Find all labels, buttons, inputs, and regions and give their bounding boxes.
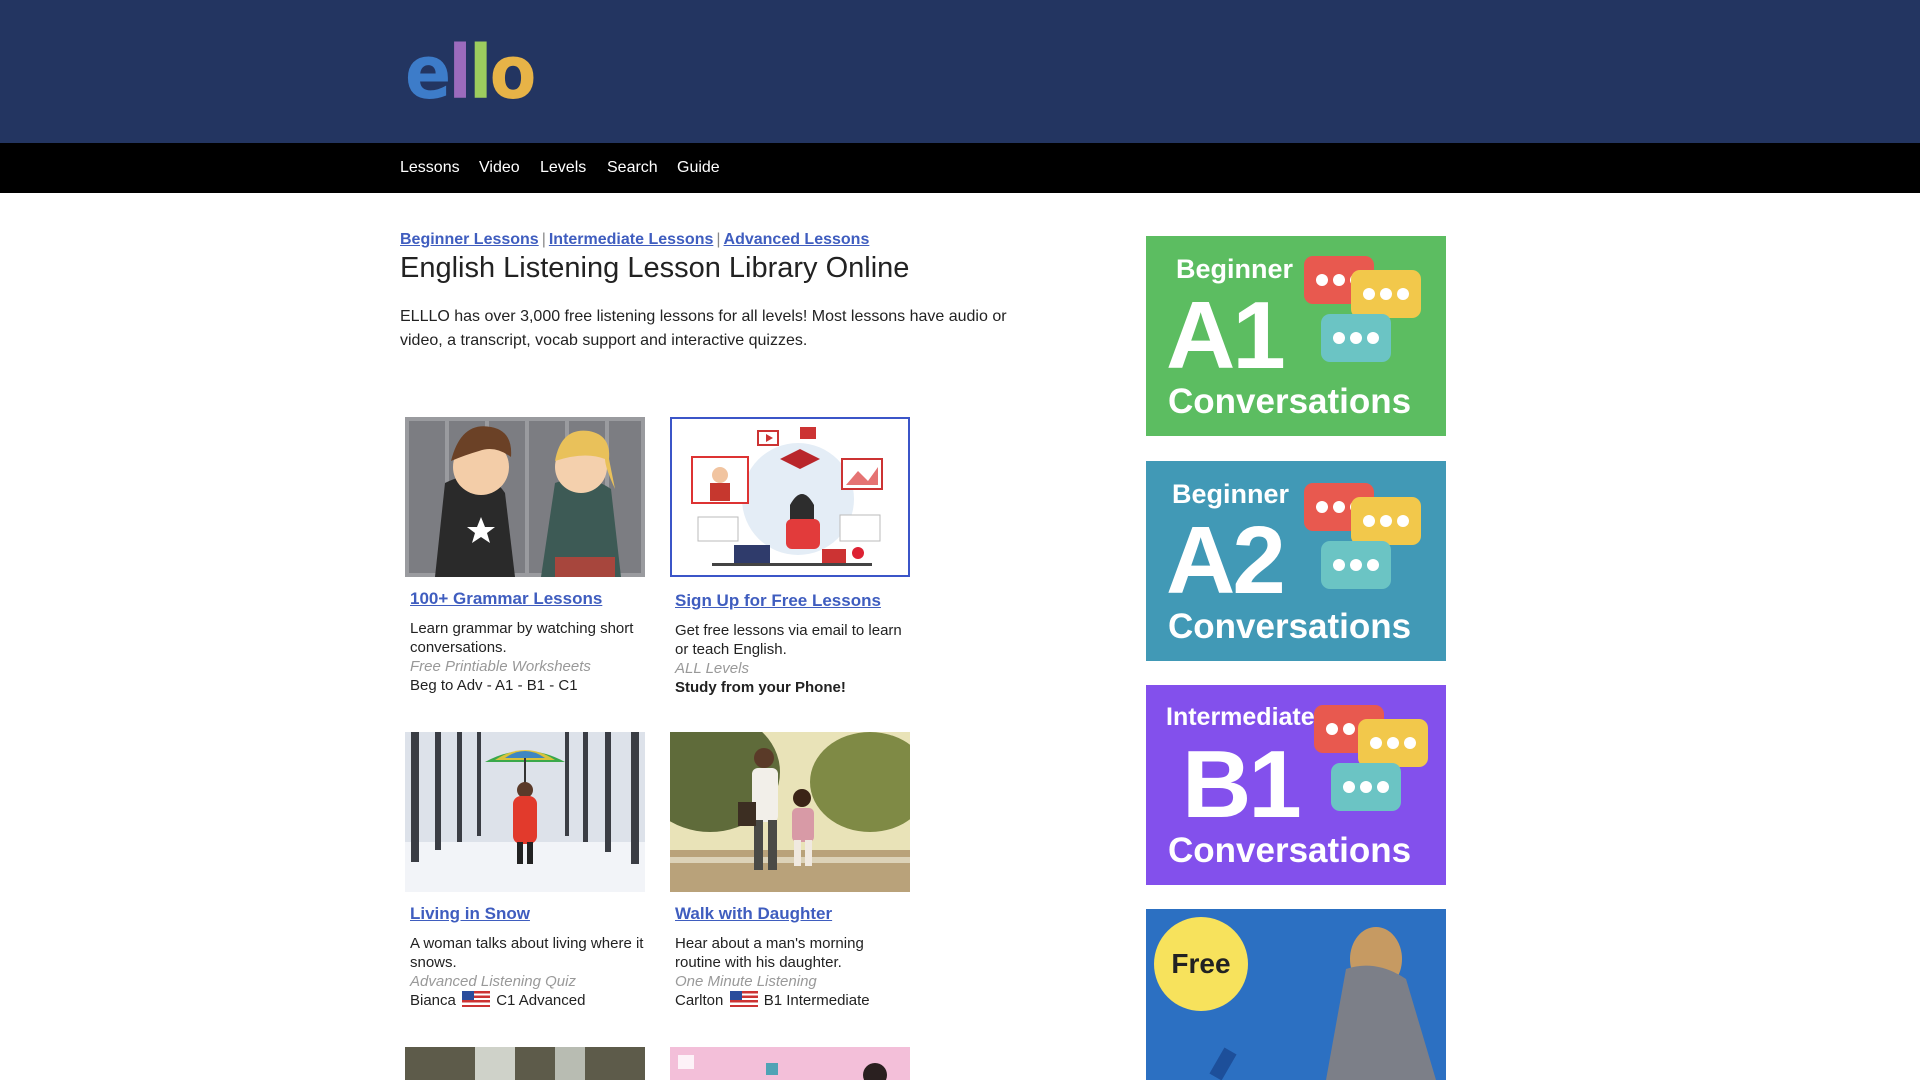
card-speaker-info: Carlton B1 Intermediate: [675, 991, 910, 1010]
snow-thumbnail[interactable]: [405, 732, 645, 892]
nav-guide[interactable]: Guide: [677, 159, 720, 177]
intro-text: ELLLO has over 3,000 free listening less…: [400, 308, 1007, 349]
card-title-link[interactable]: Sign Up for Free Lessons: [675, 591, 910, 611]
online-learning-illustration: [691, 427, 883, 566]
card-description: Get free lessons via email to learn or t…: [675, 622, 902, 658]
ad-a2-conversations[interactable]: Beginner A2 Conversations: [1146, 461, 1446, 661]
speaker-level: C1 Advanced: [496, 992, 586, 1009]
speaker-level: B1 Intermediate: [763, 992, 870, 1009]
chat-bubble-icon: [1351, 270, 1421, 318]
card-tag: Advanced Listening Quiz: [410, 973, 576, 990]
breadcrumb-separator: |: [716, 231, 721, 248]
ad-level-label: Beginner: [1172, 479, 1290, 509]
lesson-thumbnail-waterfall[interactable]: [405, 1047, 645, 1080]
card-tag: Free Printiable Worksheets: [410, 658, 591, 675]
us-flag-icon: [462, 991, 491, 1007]
card-levels: Study from your Phone!: [675, 679, 846, 696]
ad-free-promo[interactable]: Free: [1146, 909, 1446, 1080]
card-description: Hear about a man's morning routine with …: [675, 935, 864, 971]
ad-b1-conversations[interactable]: Intermediate B1 Conversations: [1146, 685, 1446, 885]
ad-level-code: B1: [1182, 731, 1302, 838]
nav-levels[interactable]: Levels: [540, 159, 586, 177]
chat-bubble-icon: [1351, 497, 1421, 545]
puzzle-photo: [670, 1047, 910, 1080]
logo-letter: e: [405, 30, 451, 116]
card-title-link[interactable]: Living in Snow: [410, 904, 645, 924]
ad-level-code: A1: [1166, 282, 1286, 389]
father-daughter-walk-photo: [670, 732, 910, 892]
page-title: English Listening Lesson Library Online: [400, 252, 910, 284]
ad-conversations-label: Conversations: [1168, 831, 1412, 870]
nav-lessons[interactable]: Lessons: [400, 159, 460, 177]
site-header: ello: [0, 0, 1920, 143]
logo-letter: o: [489, 30, 537, 116]
card-title-link[interactable]: 100+ Grammar Lessons: [410, 589, 645, 609]
logo-letter: l: [448, 30, 471, 116]
ad-level-label: Beginner: [1176, 254, 1294, 284]
intermediate-lessons-link[interactable]: Intermediate Lessons: [549, 231, 714, 248]
ad-level-label: Intermediate: [1166, 703, 1315, 731]
card-description: Learn grammar by watching short conversa…: [410, 620, 634, 656]
nav-search[interactable]: Search: [607, 159, 658, 177]
ello-logo[interactable]: ello: [405, 36, 536, 110]
card-tag: ALL Levels: [675, 660, 749, 677]
ad-level-code: A2: [1166, 507, 1286, 614]
chat-bubble-icon: [1358, 719, 1428, 767]
lesson-card-grammar: 100+ Grammar Lessons Learn grammar by wa…: [405, 417, 645, 695]
speaker-name: Carlton: [675, 992, 724, 1009]
lesson-card-living-in-snow: Living in Snow A woman talks about livin…: [405, 732, 645, 1010]
ad-conversations-label: Conversations: [1168, 382, 1412, 421]
chat-bubble-icon: [1321, 314, 1391, 362]
waterfall-photo: [405, 1047, 645, 1080]
snow-umbrella-photo: [405, 732, 645, 892]
signup-thumbnail[interactable]: [670, 417, 910, 577]
chat-bubble-icon: [1321, 541, 1391, 589]
card-speaker-info: Bianca C1 Advanced: [410, 991, 645, 1010]
main-nav: Lessons Video Levels Search Guide: [0, 143, 1920, 193]
ad-a1-conversations[interactable]: Beginner A1 Conversations: [1146, 236, 1446, 436]
lesson-thumbnail-puzzle[interactable]: [670, 1047, 910, 1080]
us-flag-icon: [729, 991, 758, 1007]
nav-video[interactable]: Video: [479, 159, 520, 177]
cartoon-students-illustration: [405, 417, 645, 577]
speaker-name: Bianca: [410, 992, 456, 1009]
card-tag: One Minute Listening: [675, 973, 817, 990]
free-badge: Free: [1154, 917, 1248, 1011]
ad-conversations-label: Conversations: [1168, 607, 1412, 646]
chat-bubble-icon: [1331, 763, 1401, 811]
walk-thumbnail[interactable]: [670, 732, 910, 892]
grammar-thumbnail[interactable]: [405, 417, 645, 577]
logo-letter: l: [469, 30, 492, 116]
card-title-link[interactable]: Walk with Daughter: [675, 904, 910, 924]
card-levels: Beg to Adv - A1 - B1 - C1: [410, 677, 578, 694]
advanced-lessons-link[interactable]: Advanced Lessons: [724, 231, 870, 248]
breadcrumb: Beginner Lessons | Intermediate Lessons | Ad…: [400, 231, 869, 249]
lesson-card-walk-with-daughter: Walk with Daughter Hear about a man's mo…: [670, 732, 910, 1010]
beginner-lessons-link[interactable]: Beginner Lessons: [400, 231, 539, 248]
card-description: A woman talks about living where it snow…: [410, 935, 644, 971]
lesson-card-signup: Sign Up for Free Lessons Get free lesson…: [670, 417, 910, 697]
breadcrumb-separator: |: [541, 231, 546, 248]
